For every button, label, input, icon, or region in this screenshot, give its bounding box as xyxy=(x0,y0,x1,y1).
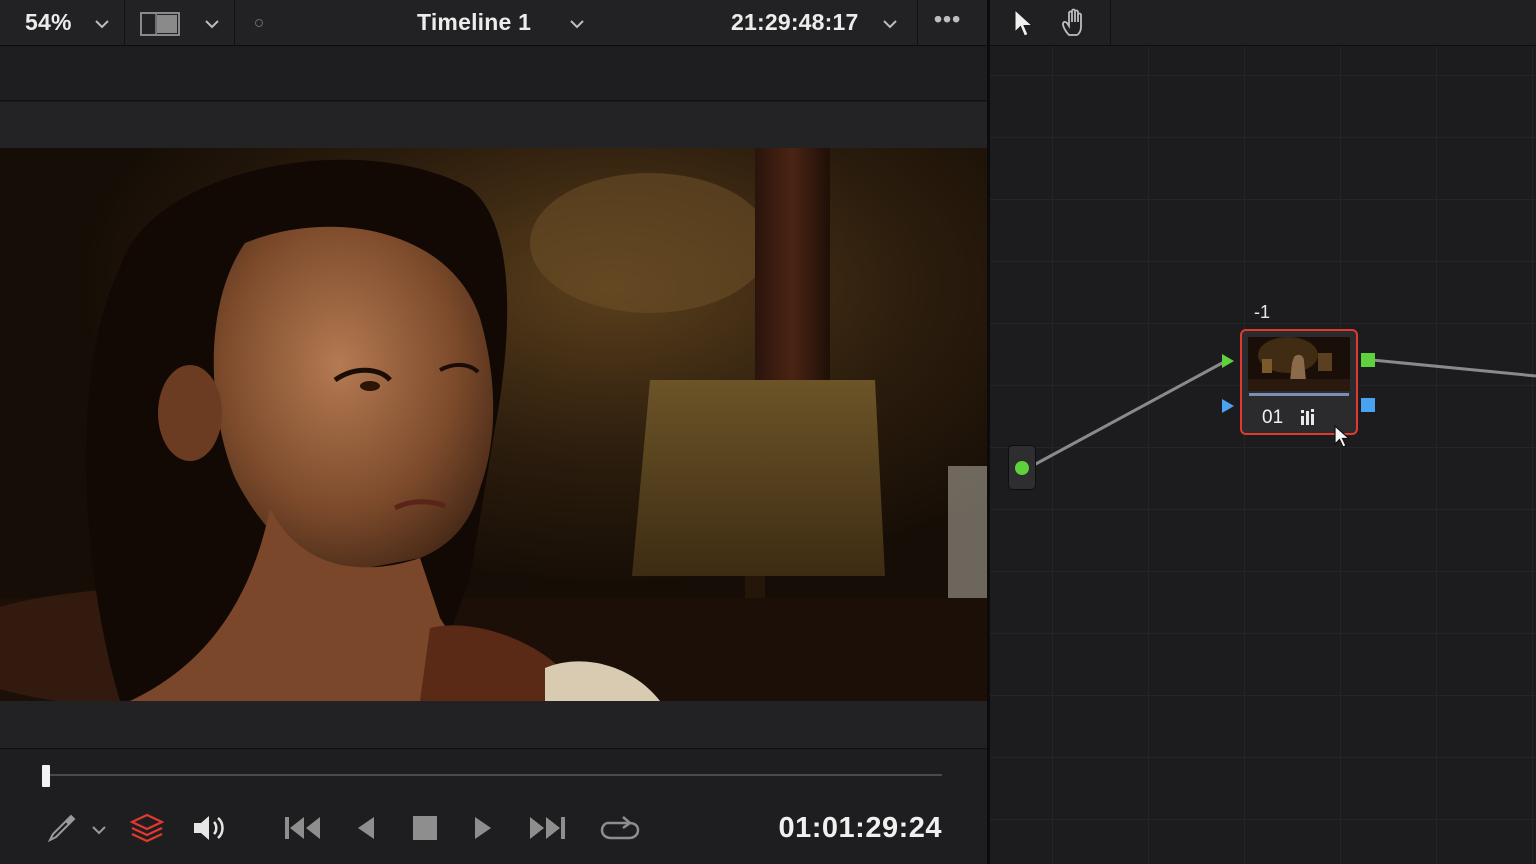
zoom-level[interactable]: 54% xyxy=(25,9,72,36)
viewer-letterbox-top xyxy=(0,102,988,148)
chevron-down-icon[interactable] xyxy=(883,17,897,31)
play-icon[interactable] xyxy=(472,810,494,846)
histogram-icon xyxy=(1300,408,1318,431)
viewer-info-strip xyxy=(0,47,988,101)
chevron-down-icon[interactable] xyxy=(95,17,109,31)
speaker-icon[interactable] xyxy=(192,810,228,846)
viewer-letterbox-bottom xyxy=(0,701,988,749)
scrubber-track[interactable] xyxy=(44,774,942,776)
chevron-down-icon[interactable] xyxy=(92,823,106,837)
step-back-icon[interactable] xyxy=(354,810,376,846)
source-output-dot[interactable] xyxy=(1015,461,1029,475)
chevron-down-icon[interactable] xyxy=(570,17,584,31)
mouse-cursor-icon xyxy=(1333,424,1351,455)
rgb-output-port-icon[interactable] xyxy=(1361,353,1375,372)
node-thumbnail xyxy=(1248,337,1350,391)
eyedropper-icon[interactable] xyxy=(46,810,78,846)
split-view-icon[interactable] xyxy=(140,12,180,41)
playhead-handle[interactable] xyxy=(42,765,50,787)
record-timecode: 01:01:29:24 xyxy=(778,812,942,844)
skip-to-start-icon[interactable] xyxy=(283,810,323,846)
timeline-name[interactable]: Timeline 1 xyxy=(417,9,531,36)
node-progress-bar xyxy=(1249,393,1349,396)
connection-line xyxy=(1371,358,1536,378)
viewer-toolbar: 54% Timeline 1 21:29:48:17 ••• xyxy=(0,0,988,46)
stop-icon[interactable] xyxy=(412,810,438,846)
node-number: 01 xyxy=(1262,407,1284,428)
node-editor: -1 01 xyxy=(990,0,1536,864)
rgb-input-port-icon[interactable] xyxy=(1221,353,1235,374)
loop-icon[interactable] xyxy=(599,810,641,846)
key-output-port-icon[interactable] xyxy=(1361,398,1375,417)
video-frame-image xyxy=(0,148,988,701)
more-options-button[interactable]: ••• xyxy=(934,6,961,33)
connection-line xyxy=(1031,360,1225,468)
status-dot-icon xyxy=(255,19,263,27)
layers-icon[interactable] xyxy=(130,810,164,846)
skip-to-end-icon[interactable] xyxy=(527,810,567,846)
source-input-node[interactable] xyxy=(1008,445,1036,490)
transport-bar: 01:01:29:24 xyxy=(0,750,988,864)
chevron-down-icon[interactable] xyxy=(205,17,219,31)
source-timecode[interactable]: 21:29:48:17 xyxy=(731,9,859,36)
viewer-panel: 54% Timeline 1 21:29:48:17 ••• 01:01:29:… xyxy=(0,0,988,864)
corrector-node[interactable]: 01 xyxy=(1240,329,1358,435)
node-label: -1 xyxy=(1254,302,1271,322)
video-frame[interactable] xyxy=(0,148,988,701)
key-input-port-icon[interactable] xyxy=(1221,398,1235,419)
